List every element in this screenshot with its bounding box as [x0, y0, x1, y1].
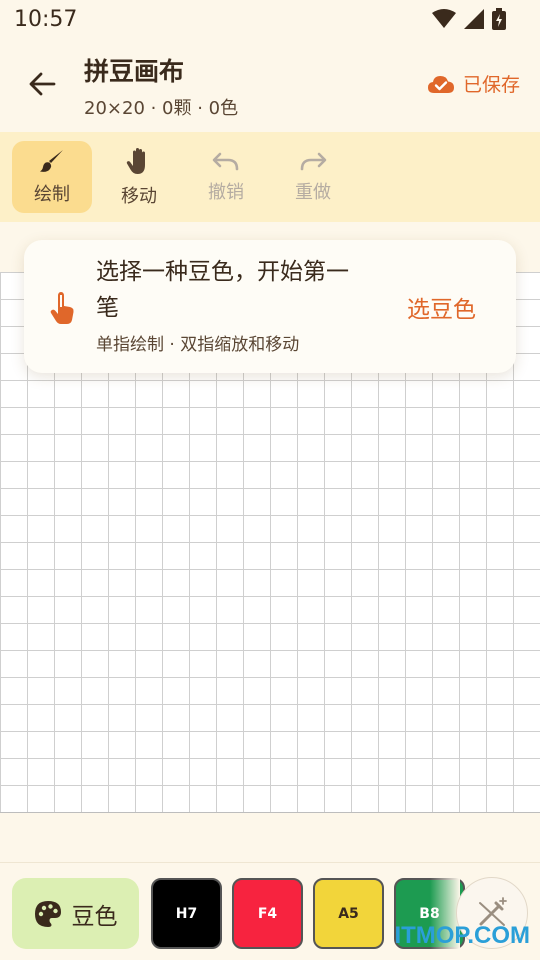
- color-swatch-a5[interactable]: A5: [313, 878, 384, 949]
- pick-color-button[interactable]: 选豆色: [407, 290, 476, 324]
- toolbar: 绘制 移动 撤销 重做: [0, 132, 540, 222]
- cloud-check-icon: [427, 75, 454, 93]
- color-swatch-h7[interactable]: H7: [151, 878, 222, 949]
- touch-icon: [50, 292, 74, 324]
- palette-icon: [34, 900, 61, 927]
- color-swatch-f4[interactable]: F4: [232, 878, 303, 949]
- save-status: 已保存: [427, 70, 520, 97]
- save-status-label: 已保存: [462, 74, 520, 96]
- palette-button-label: 豆色: [71, 903, 118, 930]
- hint-card: 选择一种豆色，开始第一笔 单指绘制 · 双指缩放和移动 选豆色: [24, 240, 516, 373]
- app-header: 拼豆画布 20×20 · 0颗 · 0色 已保存: [0, 40, 540, 132]
- swatch-code: H7: [175, 905, 198, 922]
- status-icons: [432, 8, 506, 30]
- tool-draw[interactable]: 绘制: [12, 141, 92, 213]
- swatch-code: F4: [257, 905, 278, 922]
- tool-label: 绘制: [34, 184, 70, 205]
- tool-label: 撤销: [208, 182, 244, 203]
- battery-icon: [492, 8, 506, 30]
- hint-title: 选择一种豆色，开始第一笔: [96, 259, 349, 321]
- hand-icon: [126, 148, 145, 174]
- hint-subtitle: 单指绘制 · 双指缩放和移动: [96, 335, 300, 355]
- wifi-icon: [432, 9, 456, 28]
- tool-label: 重做: [295, 182, 331, 203]
- back-button[interactable]: [20, 62, 64, 106]
- tool-undo[interactable]: 撤销: [186, 141, 266, 213]
- page-title: 拼豆画布: [84, 57, 185, 86]
- tool-redo[interactable]: 重做: [273, 141, 353, 213]
- watermark: ITMOP.COM: [394, 922, 530, 949]
- brush-icon: [40, 150, 63, 172]
- undo-icon: [212, 152, 239, 171]
- redo-icon: [300, 152, 327, 171]
- signal-icon: [464, 9, 484, 29]
- status-time: 10:57: [14, 6, 78, 32]
- tool-move[interactable]: 移动: [99, 141, 179, 213]
- status-bar: 10:57: [0, 0, 540, 38]
- swatch-code: A5: [338, 905, 359, 922]
- palette-button[interactable]: 豆色: [12, 878, 139, 949]
- canvas-meta: 20×20 · 0颗 · 0色: [84, 98, 239, 119]
- tool-label: 移动: [121, 186, 157, 207]
- arrow-left-icon: [29, 72, 56, 96]
